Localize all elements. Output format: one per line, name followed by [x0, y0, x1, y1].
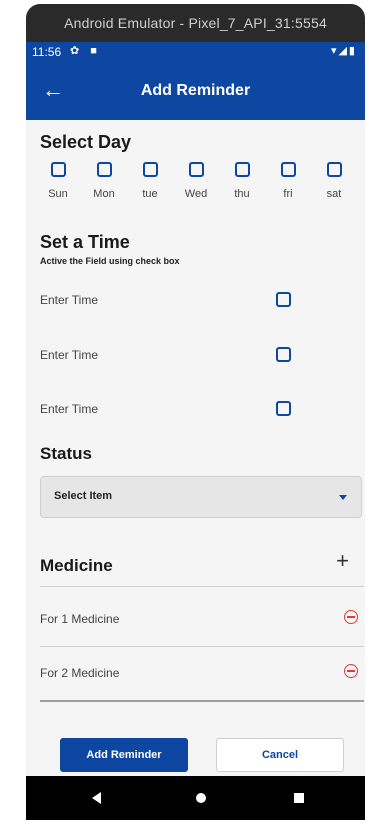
status-heading: Status [40, 444, 92, 463]
day-selector: Sun Mon tue Wed thu fri sat [26, 162, 365, 208]
medicine-item-divider [40, 700, 364, 702]
medicine-item-1[interactable]: For 1 Medicine [40, 608, 364, 632]
add-medicine-icon[interactable]: + [336, 550, 349, 572]
select-day-heading: Select Day [40, 132, 132, 152]
emulator-frame: Android Emulator - Pixel_7_API_31:5554 1… [26, 4, 365, 820]
medicine-item-label: For 2 Medicine [40, 666, 120, 680]
time-field-checkbox[interactable] [276, 401, 291, 416]
time-field-2[interactable]: Enter Time [40, 345, 360, 367]
day-fri[interactable]: fri [268, 162, 308, 200]
day-label: Sun [48, 188, 68, 200]
medicine-item-label: For 1 Medicine [40, 612, 120, 626]
main-content: Select Day Sun Mon tue Wed thu fri sat S… [26, 120, 365, 776]
dropdown-caret-icon [339, 495, 347, 500]
day-label: sat [326, 188, 342, 200]
time-field-checkbox[interactable] [276, 292, 291, 307]
add-reminder-button[interactable]: Add Reminder [60, 738, 188, 772]
nav-recents-icon[interactable] [294, 793, 304, 803]
day-wed[interactable]: Wed [176, 162, 216, 200]
time-field-checkbox[interactable] [276, 347, 291, 362]
medicine-item-divider [40, 646, 364, 647]
app-bar: ← Add Reminder [26, 62, 365, 120]
system-nav-bar [26, 776, 365, 820]
day-checkbox[interactable] [142, 162, 158, 177]
time-field-3[interactable]: Enter Time [40, 399, 360, 421]
day-checkbox[interactable] [326, 162, 342, 177]
day-thu[interactable]: thu [222, 162, 262, 200]
status-select[interactable]: Select Item [40, 476, 362, 518]
day-label: Mon [93, 188, 115, 200]
nav-back-icon[interactable] [92, 792, 101, 804]
day-sat[interactable]: sat [314, 162, 354, 200]
time-field-placeholder[interactable]: Enter Time [40, 348, 98, 362]
status-bar: 11:56 ✿ ■ ▾◢▮ [26, 42, 365, 62]
day-sun[interactable]: Sun [38, 162, 78, 200]
medicine-heading: Medicine [40, 556, 113, 575]
nav-home-icon[interactable] [196, 793, 206, 803]
page-title: Add Reminder [140, 82, 251, 99]
day-label: tue [142, 188, 158, 200]
day-checkbox[interactable] [234, 162, 250, 177]
day-label: Wed [184, 188, 208, 200]
medicine-divider [40, 586, 364, 587]
day-checkbox[interactable] [96, 162, 112, 177]
day-mon[interactable]: Mon [84, 162, 124, 200]
status-time: 11:56 [32, 45, 62, 59]
set-time-hint: Active the Field using check box [40, 256, 180, 266]
medicine-item-2[interactable]: For 2 Medicine [40, 662, 364, 686]
day-tue[interactable]: tue [130, 162, 170, 200]
set-time-heading: Set a Time [40, 232, 130, 252]
remove-circle-icon[interactable] [344, 610, 358, 624]
status-left-icons: ✿ ■ [70, 45, 101, 57]
emulator-title: Android Emulator - Pixel_7_API_31:5554 [64, 15, 327, 31]
time-field-1[interactable]: Enter Time [40, 290, 360, 312]
status-select-value: Select Item [54, 490, 113, 502]
cancel-button[interactable]: Cancel [216, 738, 344, 772]
time-field-placeholder[interactable]: Enter Time [40, 402, 98, 416]
day-checkbox[interactable] [188, 162, 204, 177]
day-checkbox[interactable] [50, 162, 66, 177]
day-label: thu [234, 188, 250, 200]
day-checkbox[interactable] [280, 162, 296, 177]
time-field-placeholder[interactable]: Enter Time [40, 293, 98, 307]
day-label: fri [283, 188, 293, 200]
signal-battery-icon: ▾◢▮ [330, 45, 357, 57]
remove-circle-icon[interactable] [344, 664, 358, 678]
